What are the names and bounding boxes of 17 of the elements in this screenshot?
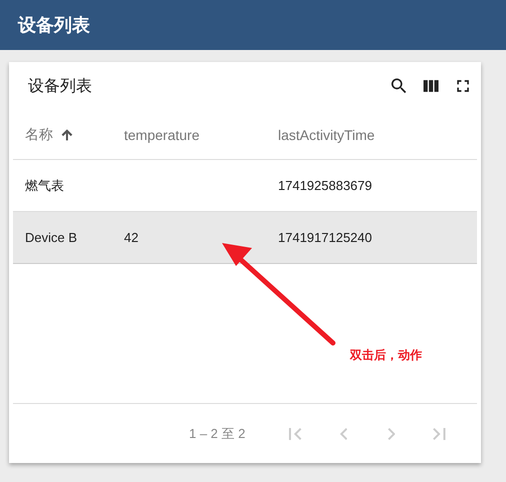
- table-cell: 燃气表: [25, 176, 64, 194]
- page-range: 1 – 2 至 2: [189, 424, 246, 442]
- app-title: 设备列表: [18, 14, 90, 37]
- annotation-text: 双击后，动作: [350, 347, 422, 364]
- chevron-right-icon: [388, 428, 396, 440]
- card-title: 设备列表: [28, 76, 92, 96]
- column-header[interactable]: temperature: [124, 126, 200, 142]
- last-page-icon: [433, 428, 446, 440]
- table-cell: Device B: [25, 230, 78, 245]
- table-cell: 42: [124, 230, 138, 245]
- first-page-icon: [289, 428, 302, 440]
- column-header[interactable]: lastActivityTime: [278, 126, 375, 142]
- table-cell: 1741925883679: [278, 178, 372, 193]
- chevron-left-icon: [340, 428, 348, 440]
- table-row[interactable]: Device B 42 1741917125240: [13, 212, 477, 264]
- column-header[interactable]: 名称: [25, 126, 53, 144]
- table-cell: 1741917125240: [278, 230, 372, 245]
